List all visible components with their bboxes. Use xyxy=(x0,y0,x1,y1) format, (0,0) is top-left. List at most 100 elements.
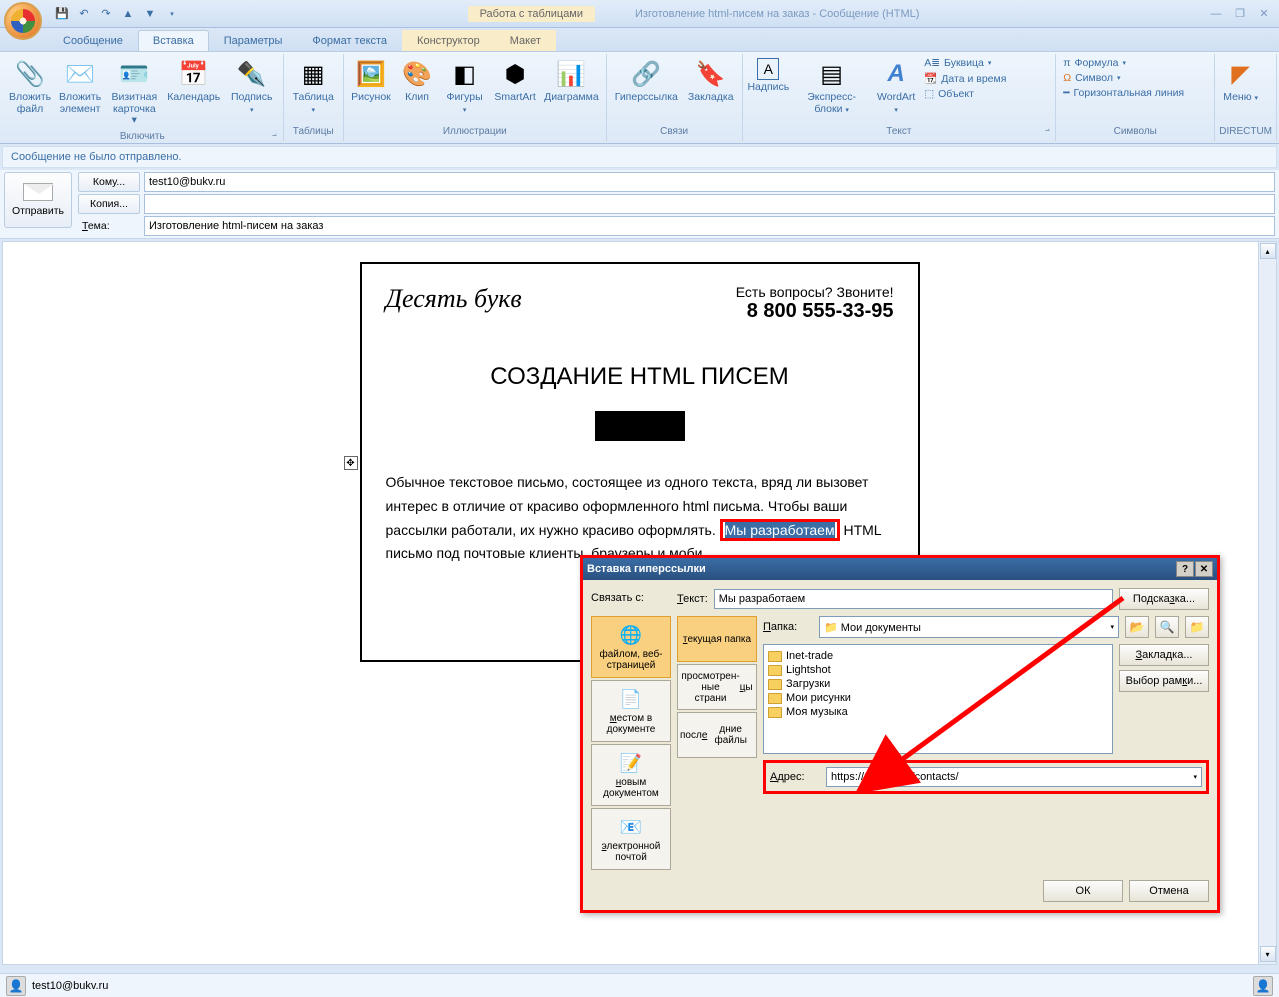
compose-header: Отправить Кому... Копия... Тема: xyxy=(0,170,1279,239)
folder-combo[interactable]: 📁 Мои документы▾ xyxy=(819,616,1119,638)
new-doc-icon: 📝 xyxy=(619,751,643,775)
tab-format[interactable]: Формат текста xyxy=(297,30,402,51)
formula-icon: π xyxy=(1063,57,1070,69)
tab-message[interactable]: Сообщение xyxy=(48,30,138,51)
redo-icon[interactable]: ↷ xyxy=(96,4,116,24)
list-item[interactable]: Моя музыка xyxy=(768,705,1108,719)
business-card-button[interactable]: 🪪Визитнаякарточка ▾ xyxy=(106,56,162,129)
smartart-button[interactable]: ⬢SmartArt xyxy=(491,56,539,106)
email-icon: 📧 xyxy=(619,815,643,839)
shapes-button[interactable]: ◧Фигуры ▾ xyxy=(440,56,489,117)
selected-link-text[interactable]: Мы разработаем xyxy=(720,519,840,541)
minimize-button[interactable]: — xyxy=(1205,5,1227,23)
qat-customize-icon[interactable]: ▾ xyxy=(162,4,182,24)
up-folder-button[interactable]: 📂 xyxy=(1125,616,1149,638)
dialog-text-label: Текст: xyxy=(677,593,708,605)
list-item[interactable]: Inet-trade xyxy=(768,649,1108,663)
folder-icon xyxy=(768,679,782,690)
tab-constructor[interactable]: Конструктор xyxy=(402,30,495,51)
attach-file-button[interactable]: 📎Вложитьфайл xyxy=(6,56,54,117)
prev-icon[interactable]: ▲ xyxy=(118,4,138,24)
textbox-button[interactable]: AНадпись xyxy=(747,56,791,96)
calendar-button[interactable]: 📅Календарь xyxy=(165,56,223,106)
ribbon-group-symbols: π Формула ▾ Ω Символ ▾ ━ Горизонтальная … xyxy=(1056,54,1215,141)
recent-files-button[interactable]: последние файлы xyxy=(677,712,757,758)
to-field[interactable] xyxy=(144,172,1275,192)
hyperlink-button[interactable]: 🔗Гиперссылка xyxy=(611,56,682,106)
picture-button[interactable]: 🖼️Рисунок xyxy=(348,56,394,106)
datetime-button[interactable]: 📆 Дата и время xyxy=(921,71,1051,86)
current-folder-button[interactable]: текущая папка xyxy=(677,616,757,662)
bookmark-dialog-button[interactable]: Закладка... xyxy=(1119,644,1209,666)
to-button[interactable]: Кому... xyxy=(78,172,140,192)
cancel-button[interactable]: Отмена xyxy=(1129,880,1209,902)
doc-image-placeholder xyxy=(595,411,685,441)
ribbon-group-illustrations: 🖼️Рисунок 🎨Клип ◧Фигуры ▾ ⬢SmartArt 📊Диа… xyxy=(344,54,607,141)
object-button[interactable]: ⬚ Объект xyxy=(921,87,1051,101)
frame-button[interactable]: Выбор рамки... xyxy=(1119,670,1209,692)
tab-insert[interactable]: Вставка xyxy=(138,30,209,51)
maximize-button[interactable]: ❐ xyxy=(1229,5,1251,23)
quickparts-button[interactable]: ▤Экспресс-блоки ▾ xyxy=(792,56,871,117)
address-combo[interactable]: https://10bukv.ru/contacts/▾ xyxy=(826,767,1202,787)
dialog-text-input[interactable] xyxy=(714,589,1113,609)
link-file-web-button[interactable]: 🌐файлом, веб-страницей xyxy=(591,616,671,678)
table-move-handle-icon[interactable]: ✥ xyxy=(344,456,358,470)
bookmark-button[interactable]: 🔖Закладка xyxy=(684,56,738,106)
tab-layout[interactable]: Макет xyxy=(495,30,556,51)
file-list[interactable]: Inet-trade Lightshot Загрузки Мои рисунк… xyxy=(763,644,1113,754)
ribbon-group-links: 🔗Гиперссылка 🔖Закладка Связи xyxy=(607,54,743,141)
next-icon[interactable]: ▼ xyxy=(140,4,160,24)
smartart-icon: ⬢ xyxy=(499,58,531,90)
browse-file-button[interactable]: 📁 xyxy=(1185,616,1209,638)
browse-web-button[interactable]: 🔍 xyxy=(1155,616,1179,638)
dialog-titlebar[interactable]: Вставка гиперссылки ? ✕ xyxy=(583,558,1217,580)
link-with-label: Связать с: xyxy=(591,588,671,610)
signature-button[interactable]: ✒️Подпись ▾ xyxy=(225,56,279,117)
paperclip-icon: 📎 xyxy=(14,58,46,90)
attach-item-button[interactable]: ✉️Вложитьэлемент xyxy=(56,56,104,117)
calendar-icon: 📅 xyxy=(178,58,210,90)
dialog-close-button[interactable]: ✕ xyxy=(1195,561,1213,577)
clip-button[interactable]: 🎨Клип xyxy=(396,56,438,106)
ribbon-group-label: Иллюстрации xyxy=(348,124,602,139)
textbox-icon: A xyxy=(757,58,779,80)
cc-button[interactable]: Копия... xyxy=(78,194,140,214)
table-button[interactable]: ▦Таблица ▾ xyxy=(288,56,339,117)
vertical-scrollbar[interactable]: ▴ ▾ xyxy=(1258,242,1276,964)
wordart-button[interactable]: AWordArt ▾ xyxy=(873,56,919,117)
close-button[interactable]: ✕ xyxy=(1253,5,1275,23)
link-email-button[interactable]: 📧электронной почтой xyxy=(591,808,671,870)
envelope-icon: ✉️ xyxy=(64,58,96,90)
undo-icon[interactable]: ↶ xyxy=(74,4,94,24)
office-button[interactable] xyxy=(4,2,42,40)
dialog-help-button[interactable]: ? xyxy=(1176,561,1194,577)
hint-button[interactable]: Подсказка... xyxy=(1119,588,1209,610)
send-button[interactable]: Отправить xyxy=(4,172,72,228)
dropcap-button[interactable]: A≣ Буквица ▾ xyxy=(921,56,1051,70)
insert-hyperlink-dialog: Вставка гиперссылки ? ✕ Связать с: Текст… xyxy=(580,555,1220,913)
folder-icon xyxy=(768,651,782,662)
presence-icon[interactable]: 👤 xyxy=(1253,976,1273,996)
directum-menu-button[interactable]: ◤Меню ▾ xyxy=(1219,56,1262,106)
chart-button[interactable]: 📊Диаграмма xyxy=(541,56,602,106)
ribbon-group-label: Таблицы xyxy=(288,124,339,139)
tab-parameters[interactable]: Параметры xyxy=(209,30,298,51)
subject-field[interactable] xyxy=(144,216,1275,236)
list-item[interactable]: Lightshot xyxy=(768,663,1108,677)
scroll-down-icon[interactable]: ▾ xyxy=(1260,946,1276,962)
save-icon[interactable]: 💾 xyxy=(52,4,72,24)
formula-button[interactable]: π Формула ▾ xyxy=(1060,56,1210,70)
hline-button[interactable]: ━ Горизонтальная линия xyxy=(1060,86,1210,100)
browsed-pages-button[interactable]: просмотрен-ныестраницы xyxy=(677,664,757,710)
presence-icon[interactable]: 👤 xyxy=(6,976,26,996)
ok-button[interactable]: ОК xyxy=(1043,880,1123,902)
link-new-doc-button[interactable]: 📝новым документом xyxy=(591,744,671,806)
list-item[interactable]: Загрузки xyxy=(768,677,1108,691)
scroll-up-icon[interactable]: ▴ xyxy=(1260,243,1276,259)
cc-field[interactable] xyxy=(144,194,1275,214)
link-place-doc-button[interactable]: 📄местом в документе xyxy=(591,680,671,742)
list-item[interactable]: Мои рисунки xyxy=(768,691,1108,705)
symbol-button[interactable]: Ω Символ ▾ xyxy=(1060,71,1210,85)
ribbon: 📎Вложитьфайл ✉️Вложитьэлемент 🪪Визитнаяк… xyxy=(0,52,1279,144)
